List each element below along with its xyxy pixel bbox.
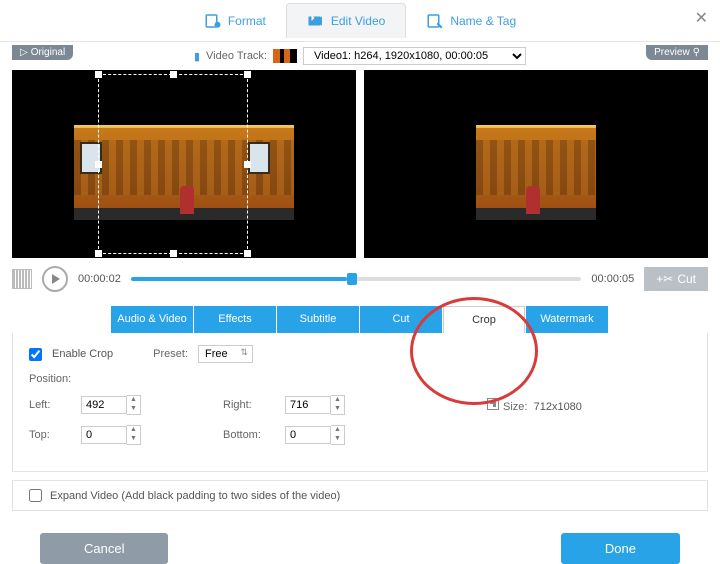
expand-video-checkbox[interactable] [29, 489, 42, 502]
original-pane[interactable] [12, 70, 356, 258]
enable-crop-label: Enable Crop [52, 348, 113, 360]
left-label: Left: [29, 399, 59, 411]
original-label: Original [31, 47, 65, 58]
bottom-spinner[interactable]: ▲▼ [331, 425, 345, 445]
track-label: Video Track: [206, 50, 267, 62]
preview-badge[interactable]: Preview ⚲ [646, 45, 708, 60]
crop-handle-ml[interactable] [95, 161, 102, 168]
crop-handle-tr[interactable] [244, 71, 251, 78]
right-input[interactable] [285, 396, 331, 414]
enable-crop-checkbox[interactable] [29, 348, 42, 361]
done-button[interactable]: Done [561, 533, 680, 564]
size-value: 712x1080 [534, 401, 582, 413]
timeline: 00:00:02 00:00:05 +✂ Cut [0, 258, 720, 306]
top-label: Top: [29, 429, 59, 441]
preview-label: Preview [654, 47, 690, 58]
crop-handle-tm[interactable] [170, 71, 177, 78]
total-time: 00:00:05 [591, 273, 634, 285]
preview-row [0, 70, 720, 258]
crop-handle-mr[interactable] [244, 161, 251, 168]
cancel-button[interactable]: Cancel [40, 533, 168, 564]
expand-video-row: Expand Video (Add black padding to two s… [12, 480, 708, 511]
crop-handle-br[interactable] [244, 250, 251, 257]
seek-fill [131, 277, 347, 281]
top-spinner[interactable]: ▲▼ [127, 425, 141, 445]
tab-edit-video[interactable]: Edit Video [286, 3, 407, 38]
close-icon[interactable]: ✕ [695, 8, 708, 28]
preset-label: Preset: [153, 348, 188, 360]
crop-handle-bm[interactable] [170, 250, 177, 257]
right-label: Right: [223, 399, 263, 411]
tab-audio-video[interactable]: Audio & Video [111, 306, 193, 333]
track-thumb-icon [273, 49, 297, 63]
tab-watermark[interactable]: Watermark [526, 306, 608, 333]
format-icon [204, 12, 222, 30]
tab-effects[interactable]: Effects [194, 306, 276, 333]
top-tab-bar: Format Edit Video Name & Tag ✕ [0, 0, 720, 42]
size-row: Size: 712x1080 [487, 398, 582, 413]
tab-name-tag[interactable]: Name & Tag [406, 4, 536, 38]
preview-pane [364, 70, 708, 258]
tab-name-label: Name & Tag [450, 14, 516, 28]
seek-track[interactable] [131, 277, 582, 281]
bottom-label: Bottom: [223, 429, 263, 441]
cut-label: Cut [677, 272, 696, 286]
cut-button[interactable]: +✂ Cut [644, 267, 708, 291]
top-input[interactable] [81, 426, 127, 444]
position-label: Position: [29, 373, 71, 385]
left-input[interactable] [81, 396, 127, 414]
footer: Cancel Done [0, 523, 720, 564]
video-track-row: ▷ Original ▮ Video Track: Video1: h264, … [0, 42, 720, 70]
original-badge: ▷ Original [12, 45, 73, 60]
elapsed-time: 00:00:02 [78, 273, 121, 285]
magnify-icon: ⚲ [693, 47, 700, 58]
tab-crop[interactable]: Crop [443, 306, 525, 333]
frames-icon[interactable] [12, 269, 32, 289]
tab-format-label: Format [228, 14, 266, 28]
play-button[interactable] [42, 266, 68, 292]
seek-knob[interactable] [347, 273, 357, 285]
crop-handle-bl[interactable] [95, 250, 102, 257]
crop-handle-tl[interactable] [95, 71, 102, 78]
tab-subtitle[interactable]: Subtitle [277, 306, 359, 333]
tab-edit-label: Edit Video [331, 14, 386, 28]
name-tag-icon [426, 12, 444, 30]
right-spinner[interactable]: ▲▼ [331, 395, 345, 415]
preview-frame [476, 70, 596, 258]
expand-video-label: Expand Video (Add black padding to two s… [50, 490, 340, 502]
tab-format[interactable]: Format [184, 4, 286, 38]
left-spinner[interactable]: ▲▼ [127, 395, 141, 415]
edit-video-icon [307, 12, 325, 30]
video-track-select[interactable]: Video1: h264, 1920x1080, 00:00:05 [303, 47, 526, 65]
edit-tabs: Audio & Video Effects Subtitle Cut Crop … [0, 306, 720, 333]
bottom-input[interactable] [285, 426, 331, 444]
tab-cut[interactable]: Cut [360, 306, 442, 333]
crop-selection[interactable] [98, 74, 248, 254]
crop-panel: Enable Crop Preset: Free Position: Left:… [12, 333, 708, 472]
film-icon: ▮ [194, 50, 200, 63]
scissors-icon: +✂ [656, 272, 673, 286]
preset-select[interactable]: Free [198, 345, 253, 363]
size-label: Size: [503, 401, 527, 413]
size-icon [487, 398, 499, 410]
